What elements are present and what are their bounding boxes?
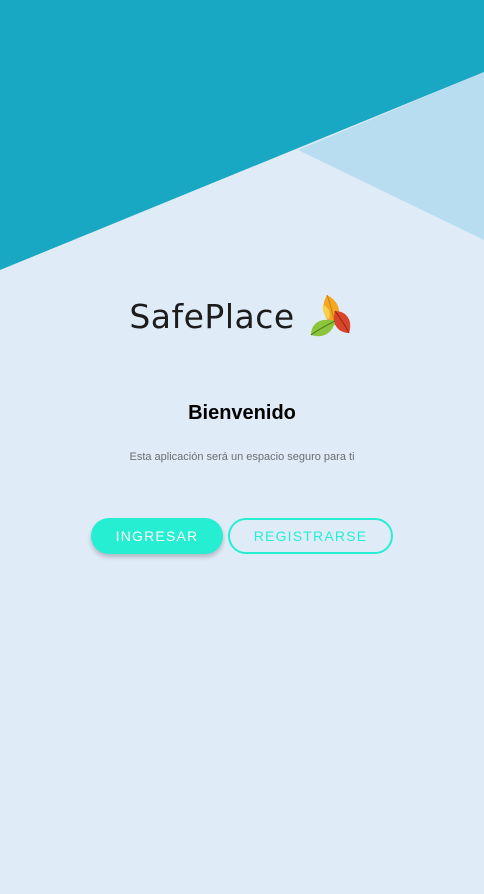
header-background: [0, 0, 484, 270]
login-button[interactable]: INGRESAR: [91, 518, 223, 554]
app-logo: SafePlace: [0, 288, 484, 344]
welcome-title: Bienvenido: [188, 402, 296, 424]
register-button[interactable]: REGISTRARSE: [228, 518, 393, 554]
app-logo-text: SafePlace: [129, 296, 295, 336]
autumn-leaves-icon: [310, 294, 350, 337]
welcome-subtitle: Esta aplicación será un espacio seguro p…: [129, 451, 355, 463]
